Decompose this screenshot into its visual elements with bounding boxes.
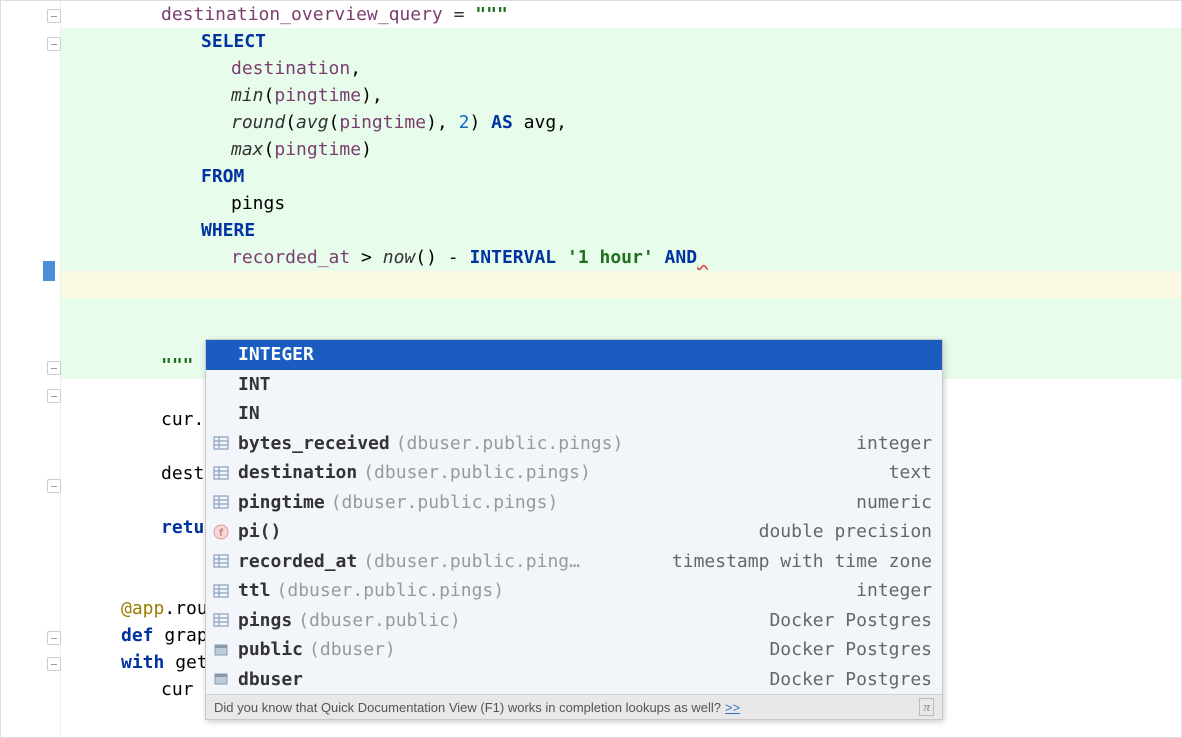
completion-item[interactable]: dbuser Docker Postgres <box>206 665 942 695</box>
code-line[interactable]: destination, <box>61 55 1181 82</box>
completion-hint: (dbuser) <box>309 639 396 660</box>
code-line[interactable]: destination_overview_query = """ <box>61 1 1181 28</box>
code-line[interactable] <box>61 298 1181 325</box>
code-line-cursor[interactable] <box>61 271 1181 298</box>
code-line[interactable]: round(avg(pingtime), 2) AS avg, <box>61 109 1181 136</box>
completion-item[interactable]: public (dbuser) Docker Postgres <box>206 635 942 665</box>
editor-gutter <box>1 1 61 737</box>
completion-label: ttl <box>238 580 271 601</box>
completion-item[interactable]: INT <box>206 370 942 400</box>
schema-icon <box>210 639 232 661</box>
table-icon <box>210 462 232 484</box>
completion-label: dbuser <box>238 669 303 690</box>
code-line[interactable]: pings <box>61 190 1181 217</box>
completion-item[interactable]: ttl (dbuser.public.pings) integer <box>206 576 942 606</box>
completion-type: text <box>889 462 932 483</box>
completion-hint: (dbuser.public.pings) <box>277 580 505 601</box>
completion-item[interactable]: pingtime (dbuser.public.pings) numeric <box>206 488 942 518</box>
fold-marker[interactable] <box>47 37 61 51</box>
completion-hint: (dbuser.public) <box>298 610 461 631</box>
footer-more-link[interactable]: >> <box>725 700 740 715</box>
blank-icon <box>210 344 232 366</box>
completion-type: Docker Postgres <box>769 639 932 660</box>
completion-label: IN <box>238 403 260 424</box>
code-line[interactable]: min(pingtime), <box>61 82 1181 109</box>
completion-type: double precision <box>759 521 932 542</box>
table-icon <box>210 432 232 454</box>
completion-footer: Did you know that Quick Documentation Vi… <box>206 694 942 719</box>
completion-item[interactable]: IN <box>206 399 942 429</box>
completion-label: INT <box>238 374 271 395</box>
completion-type: integer <box>856 580 932 601</box>
code-line[interactable]: max(pingtime) <box>61 136 1181 163</box>
table-icon <box>210 550 232 572</box>
completion-item[interactable]: recorded_at (dbuser.public.ping… timestamp… <box>206 547 942 577</box>
completion-label: pings <box>238 610 292 631</box>
function-icon: f <box>210 521 232 543</box>
completion-type: integer <box>856 433 932 454</box>
code-line[interactable]: recorded_at > now() - INTERVAL '1 hour' … <box>61 244 1181 271</box>
completion-type: timestamp with time zone <box>672 551 932 572</box>
pi-icon[interactable]: π <box>919 698 934 716</box>
completion-item[interactable]: f pi() double precision <box>206 517 942 547</box>
table-icon <box>210 491 232 513</box>
completion-item[interactable]: bytes_received (dbuser.public.pings) integ… <box>206 429 942 459</box>
completion-type: numeric <box>856 492 932 513</box>
completion-label: recorded_at <box>238 551 357 572</box>
code-line[interactable]: FROM <box>61 163 1181 190</box>
completion-item[interactable]: INTEGER <box>206 340 942 370</box>
code-line[interactable]: SELECT <box>61 28 1181 55</box>
completion-label: INTEGER <box>238 344 314 365</box>
completion-item[interactable]: destination (dbuser.public.pings) text <box>206 458 942 488</box>
completion-hint: (dbuser.public.pings) <box>396 433 624 454</box>
completion-label: pingtime <box>238 492 325 513</box>
completion-label: public <box>238 639 303 660</box>
fold-marker[interactable] <box>47 9 61 23</box>
completion-label: bytes_received <box>238 433 390 454</box>
fold-marker[interactable] <box>47 479 61 493</box>
fold-marker[interactable] <box>47 389 61 403</box>
completion-label: pi() <box>238 521 281 542</box>
completion-type: Docker Postgres <box>769 610 932 631</box>
completion-type: Docker Postgres <box>769 669 932 690</box>
completion-label: destination <box>238 462 357 483</box>
completion-popup[interactable]: INTEGER INT IN bytes_received (dbuser.public… <box>205 339 943 720</box>
code-line[interactable]: WHERE <box>61 217 1181 244</box>
svg-text:f: f <box>218 528 224 539</box>
fold-marker[interactable] <box>47 361 61 375</box>
fold-marker[interactable] <box>47 631 61 645</box>
completion-item[interactable]: pings (dbuser.public) Docker Postgres <box>206 606 942 636</box>
fold-marker[interactable] <box>47 657 61 671</box>
schema-icon <box>210 668 232 690</box>
completion-hint: (dbuser.public.ping… <box>363 551 580 572</box>
blank-icon <box>210 373 232 395</box>
change-marker <box>43 261 55 281</box>
completion-hint: (dbuser.public.pings) <box>363 462 591 483</box>
table-icon <box>210 580 232 602</box>
blank-icon <box>210 403 232 425</box>
footer-hint-text: Did you know that Quick Documentation Vi… <box>214 700 721 715</box>
table-icon <box>210 609 232 631</box>
completion-hint: (dbuser.public.pings) <box>331 492 559 513</box>
